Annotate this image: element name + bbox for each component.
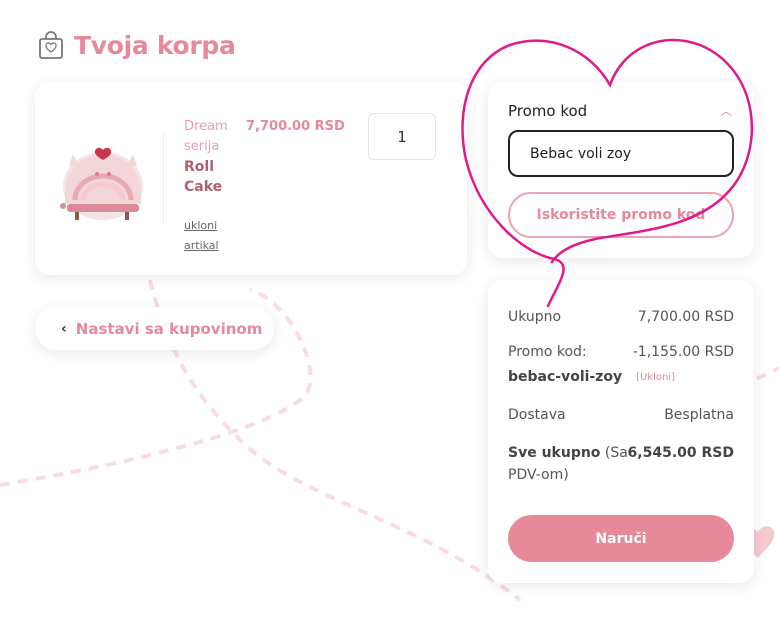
promo-code-card: Promo kod ︿ Iskoristite promo kod	[488, 82, 754, 258]
total-row: Sve ukupno (Sa PDV-om) 6,545.00 RSD	[508, 442, 734, 486]
promo-title[interactable]: Promo kod	[508, 102, 587, 120]
continue-shopping-label: Nastavi sa kupovinom	[75, 319, 263, 338]
order-summary-card: Ukupno 7,700.00 RSD Promo kod: -1,155.00…	[488, 280, 754, 583]
total-label: Sve ukupno (Sa PDV-om)	[508, 442, 628, 486]
continue-shopping-button[interactable]: ‹ Nastavi sa kupovinom	[35, 307, 274, 350]
promo-code-input[interactable]	[508, 130, 734, 177]
product-name: Roll Cake	[184, 159, 223, 195]
shipping-value: Besplatna	[664, 407, 734, 423]
cart-item-card: Dream serija Roll Cake ukloni artikal 7,…	[35, 82, 467, 275]
subtotal-row: Ukupno 7,700.00 RSD	[508, 309, 734, 325]
quantity-input[interactable]	[368, 113, 436, 160]
promo-code-row: bebac-voli-zoy [Ukloni]	[508, 369, 734, 385]
total-value: 6,545.00 RSD	[627, 445, 734, 461]
shopping-bag-icon	[39, 31, 63, 59]
item-divider	[163, 134, 164, 224]
applied-promo-code: bebac-voli-zoy	[508, 369, 623, 385]
total-label-bold: Sve ukupno	[508, 445, 601, 461]
order-button[interactable]: Naruči	[508, 515, 734, 562]
chevron-up-icon[interactable]: ︿	[720, 102, 732, 119]
product-series: Dream serija	[184, 119, 228, 154]
apply-promo-button[interactable]: Iskoristite promo kod	[508, 192, 734, 238]
subtotal-value: 7,700.00 RSD	[637, 309, 734, 325]
shipping-label: Dostava	[508, 407, 566, 423]
product-price: 7,700.00 RSD	[246, 119, 345, 134]
promo-row: Promo kod: -1,155.00 RSD	[508, 344, 734, 360]
product-image	[60, 147, 143, 220]
remove-item-link[interactable]: ukloni artikal	[184, 216, 234, 256]
shipping-row: Dostava Besplatna	[508, 407, 734, 423]
page-header: Tvoja korpa	[38, 30, 236, 60]
subtotal-label: Ukupno	[508, 309, 562, 325]
promo-row-label: Promo kod:	[508, 344, 587, 360]
chevron-left-icon: ‹	[61, 320, 67, 337]
promo-discount-value: -1,155.00 RSD	[632, 344, 734, 360]
remove-promo-link[interactable]: [Ukloni]	[636, 372, 675, 383]
page-title: Tvoja korpa	[74, 30, 236, 60]
